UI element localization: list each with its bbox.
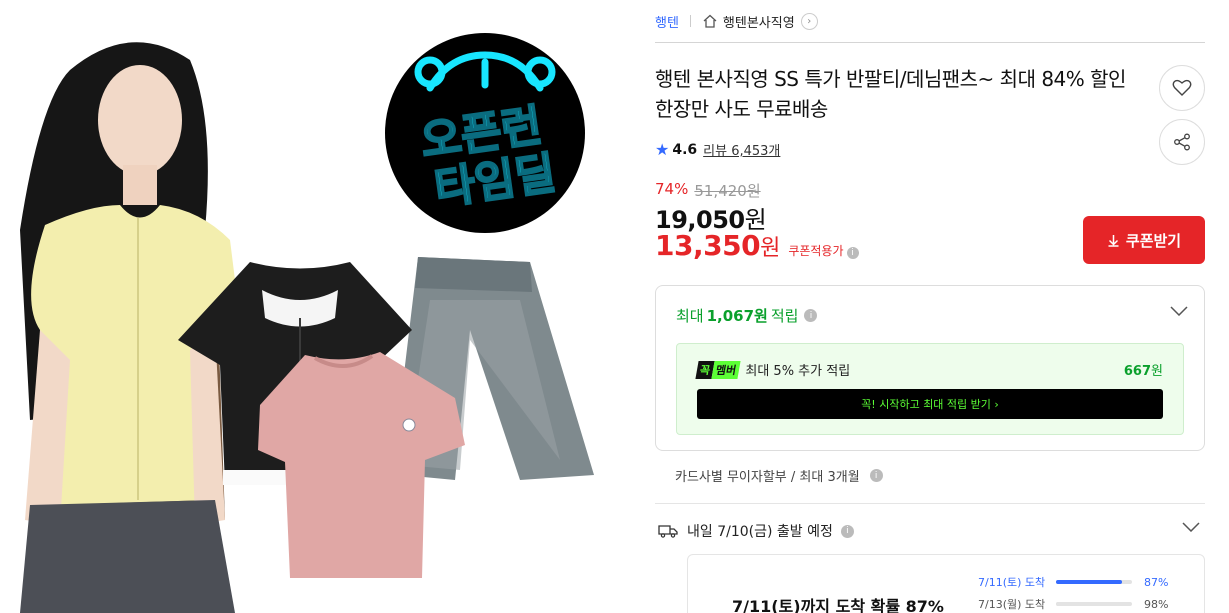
star-icon: ★ <box>655 140 670 159</box>
installment-text: 카드사별 무이자할부 / 최대 3개월 <box>675 470 860 485</box>
truck-icon <box>658 525 678 538</box>
probability-bar <box>1056 602 1132 606</box>
info-icon[interactable]: i <box>840 524 854 538</box>
reward-suffix: 적립 <box>770 307 799 325</box>
chevron-down-icon[interactable] <box>1182 522 1200 532</box>
arrival-probability-row: 7/13(월) 도착 98% <box>978 593 1188 613</box>
member-points-unit: 원 <box>1151 364 1163 379</box>
product-title: 행텐 본사직영 SS 특가 반팔티/데님팬츠~ 최대 84% 할인 한장만 사도… <box>655 67 1126 121</box>
share-button[interactable] <box>1159 119 1205 165</box>
coupon-price: 13,350 원 쿠폰적용가 i <box>655 229 859 262</box>
arrival-percent: 87% <box>1144 575 1169 589</box>
info-icon[interactable]: i <box>846 247 859 259</box>
member-benefit-row: 꼭 멤버 최대 5% 추가 적립 667원 <box>695 360 1163 379</box>
coupon-price-note: 쿠폰적용가 <box>788 244 844 258</box>
product-info-panel: 행텐 행텐본사직영 › 행텐 본사직영 SS 특가 반팔티/데님팬츠~ 최대 8… <box>655 0 1205 613</box>
logo-member: 멤버 <box>711 360 741 379</box>
probability-bar-fill <box>1056 580 1123 584</box>
reward-amount: 1,067원 <box>706 307 768 325</box>
reward-prefix: 최대 <box>676 307 704 325</box>
arrival-probability-box: 7/11(토)까지 도착 확률 87% 7/11(토) 도착 87% 7/13(… <box>687 554 1205 613</box>
download-arrow-icon <box>1108 234 1119 247</box>
breadcrumb-divider <box>689 15 691 27</box>
chevron-down-icon[interactable] <box>1170 306 1188 316</box>
arrival-date: 7/13(월) 도착 <box>978 598 1046 611</box>
share-icon <box>1174 133 1190 151</box>
arrival-date: 7/11(토) 도착 <box>978 576 1046 589</box>
arrival-probability-title: 7/11(토)까지 도착 확률 87% <box>732 597 944 613</box>
member-benefit-box: 꼭 멤버 최대 5% 추가 적립 667원 꼭! 시작하고 최대 적립 받기 › <box>676 343 1184 435</box>
section-divider <box>655 503 1205 504</box>
heart-icon <box>1172 79 1192 96</box>
member-extra-text: 최대 5% 추가 적립 <box>745 364 851 379</box>
breadcrumb-brand[interactable]: 행텐 <box>655 12 679 31</box>
delivery-info: 내일 7/10(금) 출발 예정 i <box>658 521 854 541</box>
arrival-probability-list: 7/11(토) 도착 87% 7/13(월) 도착 98% <box>978 571 1188 613</box>
arrival-probability-row: 7/11(토) 도착 87% <box>978 571 1188 593</box>
home-icon <box>703 14 717 28</box>
probability-bar <box>1056 580 1132 584</box>
member-signup-button[interactable]: 꼭! 시작하고 최대 적립 받기 › <box>697 389 1163 419</box>
original-price: 51,420원 <box>694 182 761 200</box>
discount-row: 74% 51,420원 <box>655 180 761 201</box>
coupon-price-unit: 원 <box>760 236 781 261</box>
installment-info: 카드사별 무이자할부 / 최대 3개월 i <box>675 466 883 485</box>
reward-box: 최대 1,067원 적립 i 꼭 멤버 최대 5% 추가 적립 667원 꼭! … <box>655 285 1205 451</box>
member-points: 667원 <box>1124 360 1163 379</box>
member-points-value: 667 <box>1123 364 1152 379</box>
kkok-member-logo: 꼭 멤버 <box>695 360 741 379</box>
info-icon[interactable]: i <box>804 309 818 322</box>
breadcrumb: 행텐 행텐본사직영 › <box>655 0 1205 43</box>
rating-score: 4.6 <box>672 141 698 158</box>
reward-summary: 최대 1,067원 적립 i <box>676 305 818 326</box>
breadcrumb-shop-link[interactable]: 행텐본사직영 <box>723 12 795 31</box>
delivery-text: 내일 7/10(금) 출발 예정 <box>687 524 833 540</box>
wishlist-button[interactable] <box>1159 65 1205 111</box>
info-icon[interactable]: i <box>869 469 883 482</box>
discount-rate: 74% <box>655 180 689 198</box>
review-count-link[interactable]: 리뷰 6,453개 <box>703 140 780 159</box>
arrival-percent: 98% <box>1144 597 1169 611</box>
product-image[interactable]: 오픈런 타임딜 <box>0 0 640 613</box>
rating-row: ★ 4.6 리뷰 6,453개 <box>655 140 780 159</box>
chevron-right-icon[interactable]: › <box>800 12 818 30</box>
product-photo: 오픈런 타임딜 <box>20 33 594 613</box>
probability-bar-fill <box>1056 602 1131 606</box>
get-coupon-label: 쿠폰받기 <box>1125 231 1182 250</box>
get-coupon-button[interactable]: 쿠폰받기 <box>1083 216 1205 264</box>
coupon-price-amount: 13,350 <box>655 229 761 262</box>
